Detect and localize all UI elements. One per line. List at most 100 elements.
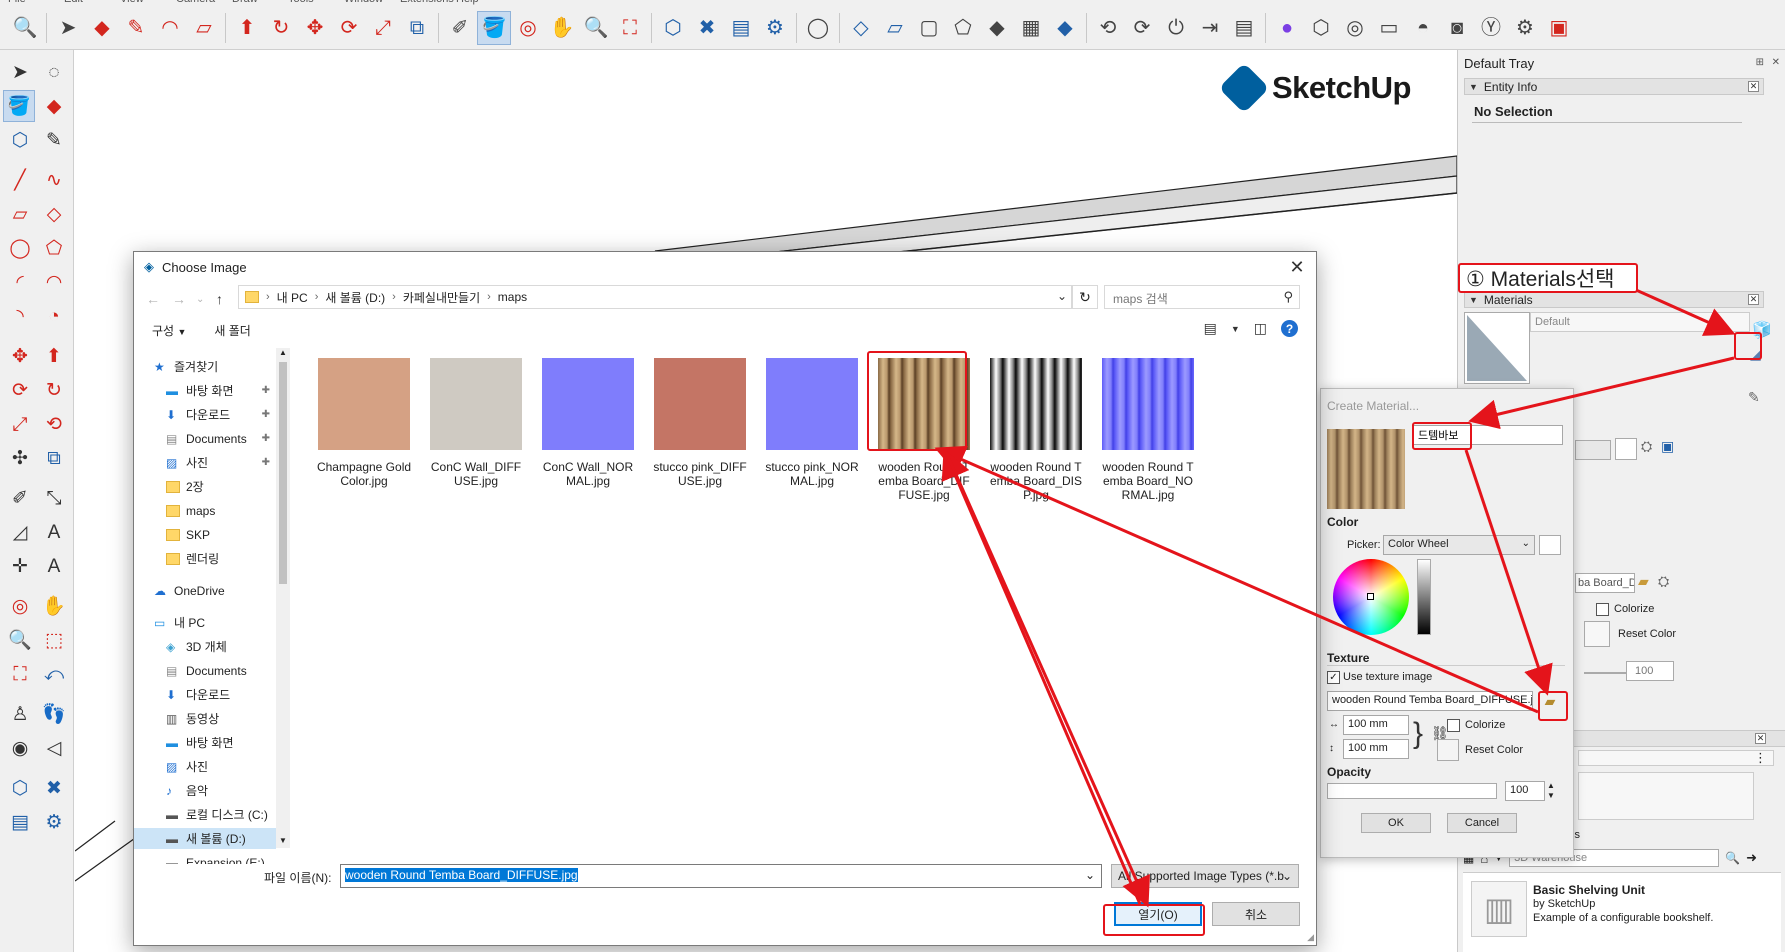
- camera-video-icon[interactable]: ▭: [1372, 11, 1406, 45]
- menu-item[interactable]: Camera: [176, 0, 215, 5]
- book-icon[interactable]: ▣: [1542, 11, 1576, 45]
- materials-header[interactable]: ▼ Materials ✕: [1464, 291, 1764, 308]
- move-icon[interactable]: ✥: [4, 340, 36, 372]
- dome-icon[interactable]: ◓: [1406, 11, 1440, 45]
- view-mode-icon[interactable]: ▤: [1204, 320, 1217, 337]
- rectangle-icon[interactable]: ▱: [4, 198, 36, 230]
- color-swatch-partial[interactable]: [1615, 438, 1637, 460]
- reset-color-swatch[interactable]: [1584, 621, 1610, 647]
- scroll-up-icon[interactable]: ▲: [279, 348, 287, 357]
- file-item[interactable]: stucco pink_DIFFUSE.jpg: [652, 358, 748, 488]
- texture-edit-icon[interactable]: ⛭: [1658, 573, 1669, 590]
- refresh-icon[interactable]: ↻: [1072, 285, 1098, 309]
- circle-icon[interactable]: ◯: [4, 232, 36, 264]
- tray-close-icon[interactable]: ✕: [1772, 57, 1780, 68]
- plugin-p-icon[interactable]: ●: [1270, 11, 1304, 45]
- entity-info-header[interactable]: ▼ Entity Info ✕: [1464, 78, 1764, 95]
- tape-measure-icon[interactable]: ✐: [443, 11, 477, 45]
- back-view-icon[interactable]: ◆: [980, 11, 1014, 45]
- nav-item[interactable]: ◈ 3D 개체: [134, 636, 276, 657]
- warehouse-icon[interactable]: ⬡: [656, 11, 690, 45]
- chevron-down-icon[interactable]: ⌄: [1057, 289, 1067, 303]
- extension-warehouse-icon[interactable]: ✖: [38, 772, 70, 804]
- solid-tools-icon[interactable]: ⧉: [38, 442, 70, 474]
- material-name-field[interactable]: Default: [1530, 312, 1750, 332]
- position-camera-icon[interactable]: ♙: [4, 698, 36, 730]
- menu-item[interactable]: Draw: [232, 0, 258, 5]
- address-bar[interactable]: › 내 PC › 새 볼륨 (D:) › 카페실내만들기 › maps ⌄: [238, 285, 1072, 309]
- brightness-slider[interactable]: [1417, 559, 1431, 635]
- push-pull-icon[interactable]: ⬆: [38, 340, 70, 372]
- freehand-icon[interactable]: ∿: [38, 164, 70, 196]
- offset-icon[interactable]: ⟲: [38, 408, 70, 440]
- push-pull-tool-icon[interactable]: ⬆: [230, 11, 264, 45]
- reset-color-swatch[interactable]: [1437, 739, 1459, 761]
- color-swatch[interactable]: [1539, 535, 1561, 555]
- nav-item[interactable]: ▤ Documents ✚: [134, 428, 276, 449]
- nav-item[interactable]: 렌더링: [134, 548, 276, 569]
- new-folder-button[interactable]: 새 폴더: [214, 322, 250, 339]
- up-arrow-icon[interactable]: ↑: [216, 291, 223, 307]
- front-view-icon[interactable]: ▢: [912, 11, 946, 45]
- extension-warehouse-icon[interactable]: ✖: [690, 11, 724, 45]
- zoom-extents-icon[interactable]: ⛶: [613, 11, 647, 45]
- opacity-input[interactable]: 100: [1505, 781, 1545, 801]
- flip-icon[interactable]: ✣: [4, 442, 36, 474]
- nav-item[interactable]: ♪ 음악: [134, 780, 276, 801]
- scale-icon[interactable]: ⤢: [4, 408, 36, 440]
- close-icon[interactable]: ✕: [1286, 256, 1308, 278]
- nav-item[interactable]: maps: [134, 500, 276, 521]
- shelving-thumbnail[interactable]: ▥: [1471, 881, 1527, 937]
- cancel-button[interactable]: 취소: [1212, 902, 1300, 926]
- offset-tool-icon[interactable]: ⧉: [400, 11, 434, 45]
- colorize-checkbox[interactable]: [1596, 603, 1609, 616]
- filetype-select[interactable]: All Supported Image Types (*.b ⌄: [1111, 864, 1299, 888]
- nav-item[interactable]: ▬ 바탕 화면: [134, 732, 276, 753]
- breadcrumb-item[interactable]: 카페실내만들기: [403, 289, 480, 306]
- camera-icon[interactable]: ◙: [1440, 11, 1474, 45]
- nav-item[interactable]: ▬ 로컬 디스크 (C:): [134, 804, 276, 825]
- paint-icon[interactable]: ⛭: [1641, 438, 1652, 455]
- settings-gear-icon[interactable]: ⚙: [1508, 11, 1542, 45]
- document-icon[interactable]: ▤: [1227, 11, 1261, 45]
- arc-icon[interactable]: ◜: [4, 266, 36, 298]
- scale-tool-icon[interactable]: ⤢: [366, 11, 400, 45]
- search-icon[interactable]: 🔍: [1725, 851, 1740, 865]
- menu-item[interactable]: Window: [344, 0, 383, 5]
- color-wheel-handle[interactable]: [1367, 593, 1374, 600]
- menu-item[interactable]: Extensions: [400, 0, 454, 5]
- iso-view-icon[interactable]: ◇: [844, 11, 878, 45]
- follow-me-tool-icon[interactable]: ↻: [264, 11, 298, 45]
- eyedropper-icon[interactable]: ✎: [1748, 389, 1760, 406]
- pan-icon[interactable]: ✋: [38, 590, 70, 622]
- nav-item[interactable]: ⬇ 다운로드 ✚: [134, 404, 276, 425]
- nav-item[interactable]: ▨ 사진: [134, 756, 276, 777]
- nav-item[interactable]: ▨ 사진 ✚: [134, 452, 276, 473]
- nav-item[interactable]: ▤ Documents: [134, 660, 276, 681]
- chevron-down-icon[interactable]: ⌄: [1085, 868, 1095, 882]
- layout-icon[interactable]: ▤: [724, 11, 758, 45]
- select-tool-icon[interactable]: ➤: [51, 11, 85, 45]
- nav-scrollbar[interactable]: ▲ ▼: [276, 348, 290, 848]
- orbit-icon[interactable]: ◎: [511, 11, 545, 45]
- cube-icon[interactable]: ⬡: [1304, 11, 1338, 45]
- arc-tool-icon[interactable]: ◠: [153, 11, 187, 45]
- chevron-down-icon[interactable]: ⌄: [196, 294, 204, 305]
- nav-item[interactable]: SKP: [134, 524, 276, 545]
- monitor-icon[interactable]: ▣: [1661, 438, 1674, 455]
- nav-item[interactable]: ▭ 내 PC: [134, 612, 276, 633]
- tape-measure-icon[interactable]: ✐: [4, 482, 36, 514]
- zoom-extents-icon[interactable]: ⛶: [4, 658, 36, 690]
- spinner-icon[interactable]: ▲ ▼: [1547, 781, 1555, 801]
- help-icon[interactable]: ?: [1281, 320, 1298, 337]
- orbit-icon[interactable]: ◎: [4, 590, 36, 622]
- file-item[interactable]: stucco pink_NORMAL.jpg: [764, 358, 860, 488]
- close-icon[interactable]: ✕: [1748, 81, 1759, 92]
- section-plane-icon[interactable]: ◁: [38, 732, 70, 764]
- picker-dropdown-partial[interactable]: [1575, 440, 1611, 460]
- tag-icon[interactable]: ✎: [38, 124, 70, 156]
- nav-item[interactable]: ⬇ 다운로드: [134, 684, 276, 705]
- opacity-slider[interactable]: [1327, 783, 1497, 799]
- two-point-arc-icon[interactable]: ◠: [38, 266, 70, 298]
- menu-item[interactable]: File: [8, 0, 26, 5]
